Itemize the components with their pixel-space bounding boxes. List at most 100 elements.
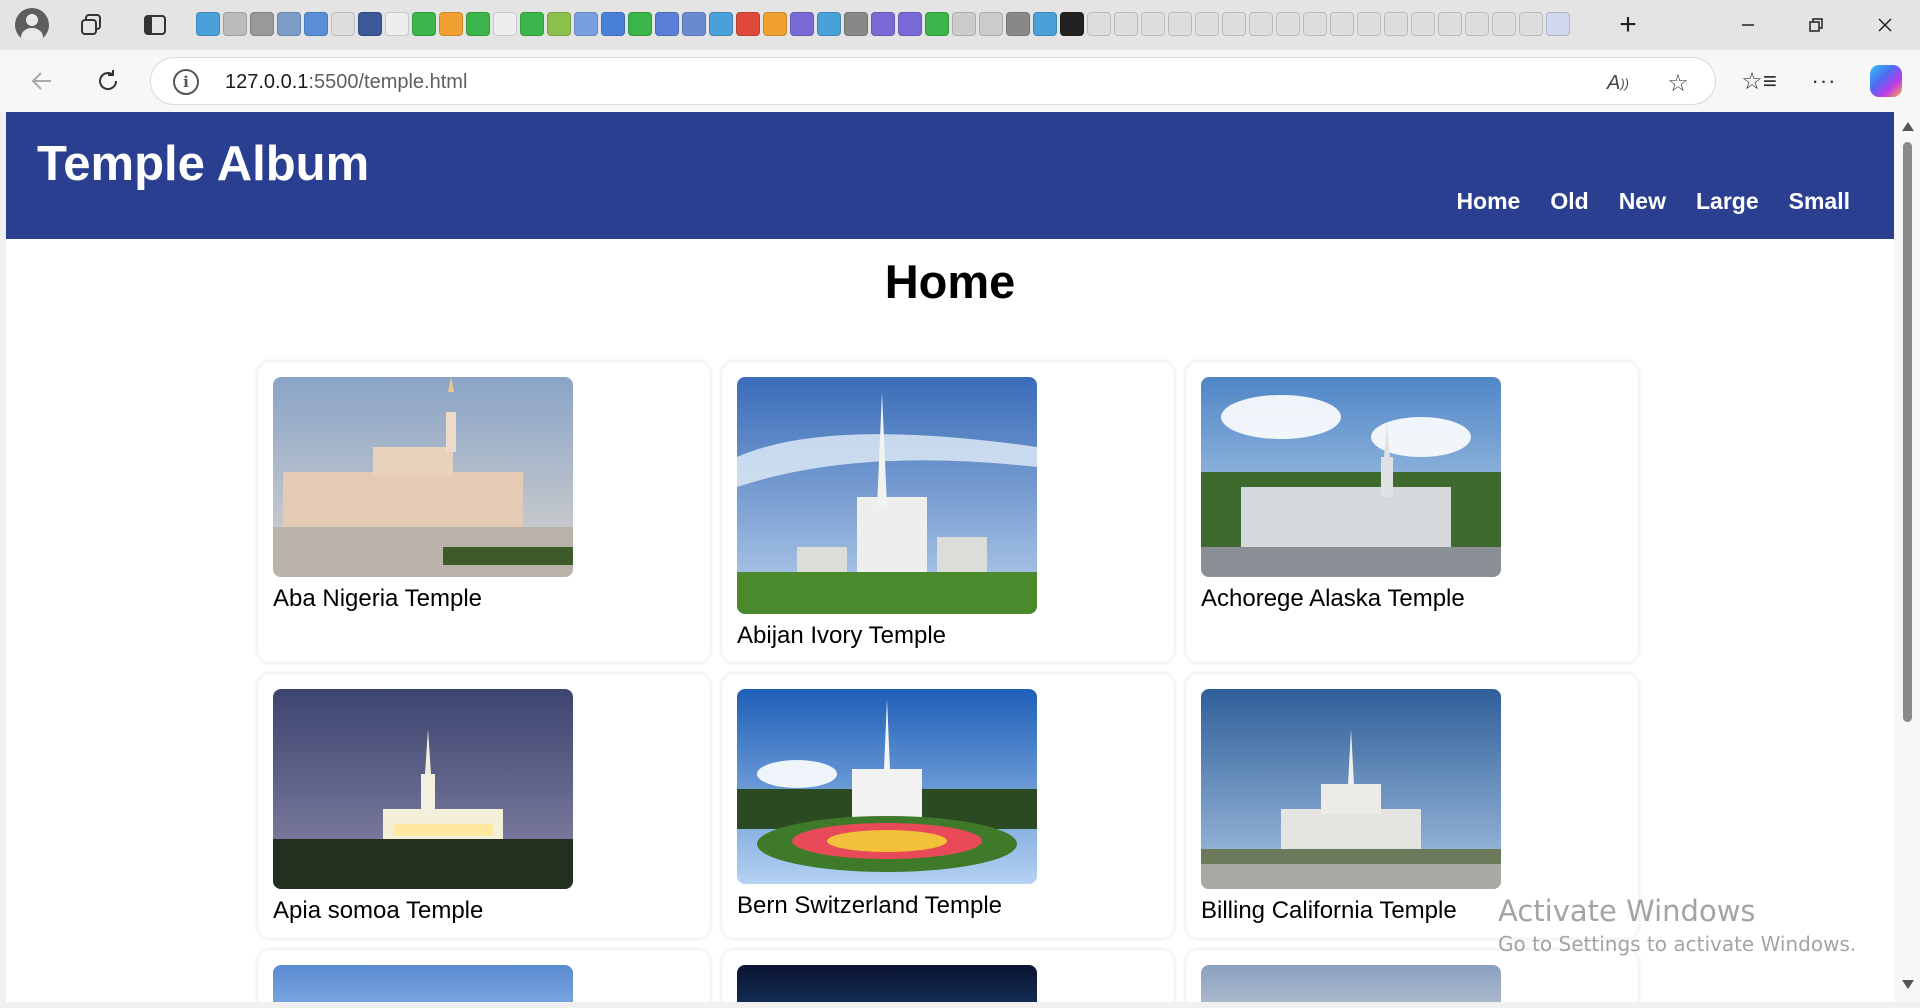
browser-tab-strip: + bbox=[0, 0, 1920, 50]
pinned-tab-icon[interactable] bbox=[547, 12, 571, 36]
pinned-tab-icon[interactable] bbox=[250, 12, 274, 36]
restore-window-icon[interactable] bbox=[1786, 0, 1846, 50]
pinned-tab-icon[interactable] bbox=[520, 12, 544, 36]
url-text[interactable]: 127.0.0.1:5500/temple.html bbox=[225, 71, 467, 94]
activate-windows-watermark: Activate Windows Go to Settings to activ… bbox=[1498, 894, 1856, 956]
temple-card: Abijan Ivory Temple bbox=[722, 362, 1174, 662]
pinned-tab-icon[interactable] bbox=[1114, 12, 1138, 36]
watermark-subtitle: Go to Settings to activate Windows. bbox=[1498, 932, 1857, 956]
pinned-tab-icon[interactable] bbox=[790, 12, 814, 36]
temple-grid: Aba Nigeria Temple Abijan Ivory Temple A… bbox=[258, 362, 1642, 1002]
pinned-tab-icon[interactable] bbox=[1249, 12, 1273, 36]
pinned-tab-icon[interactable] bbox=[1060, 12, 1084, 36]
temple-photo bbox=[1201, 689, 1501, 889]
temple-photo bbox=[273, 377, 573, 577]
pinned-tab-icon[interactable] bbox=[1492, 12, 1516, 36]
nav-link-large[interactable]: Large bbox=[1696, 188, 1759, 215]
temple-photo bbox=[273, 689, 573, 889]
site-info-icon[interactable]: i bbox=[173, 69, 199, 95]
pinned-tab-icon[interactable] bbox=[223, 12, 247, 36]
watermark-title: Activate Windows bbox=[1498, 894, 1756, 928]
pinned-tab-icon[interactable] bbox=[925, 12, 949, 36]
profile-avatar-icon[interactable] bbox=[14, 7, 50, 43]
pinned-tab-icon[interactable] bbox=[1546, 12, 1570, 36]
favorites-list-icon[interactable]: ☆≡ bbox=[1741, 63, 1777, 99]
new-tab-plus-icon[interactable]: + bbox=[1610, 7, 1646, 43]
page-viewport: Temple Album Home Old New Large Small Ho… bbox=[6, 112, 1894, 1002]
pinned-tab-icon[interactable] bbox=[493, 12, 517, 36]
pinned-tab-icon[interactable] bbox=[277, 12, 301, 36]
pinned-tab-icon[interactable] bbox=[574, 12, 598, 36]
address-bar[interactable]: i 127.0.0.1:5500/temple.html A)) ☆ bbox=[150, 57, 1716, 105]
pinned-tab-icon[interactable] bbox=[1357, 12, 1381, 36]
copilot-icon[interactable] bbox=[1868, 63, 1904, 99]
pinned-tab-icon[interactable] bbox=[709, 12, 733, 36]
temple-photo bbox=[737, 689, 1037, 884]
site-nav: Home Old New Large Small bbox=[1456, 188, 1850, 215]
minimize-icon[interactable] bbox=[1718, 0, 1778, 50]
pinned-tab-icon[interactable] bbox=[1411, 12, 1435, 36]
scrollbar-thumb[interactable] bbox=[1903, 142, 1912, 722]
pinned-tab-icon[interactable] bbox=[1465, 12, 1489, 36]
pinned-tab-icon[interactable] bbox=[1303, 12, 1327, 36]
pinned-tab-icon[interactable] bbox=[1384, 12, 1408, 36]
back-arrow-icon[interactable] bbox=[24, 63, 60, 99]
nav-link-home[interactable]: Home bbox=[1456, 188, 1520, 215]
pinned-tab-icon[interactable] bbox=[844, 12, 868, 36]
pinned-tab-icon[interactable] bbox=[439, 12, 463, 36]
temple-card bbox=[722, 950, 1174, 1002]
pinned-tab-icon[interactable] bbox=[655, 12, 679, 36]
temple-name: Achorege Alaska Temple bbox=[1201, 585, 1465, 612]
pinned-tab-icon[interactable] bbox=[1222, 12, 1246, 36]
temple-card: Aba Nigeria Temple bbox=[258, 362, 710, 662]
more-options-icon[interactable]: ··· bbox=[1806, 63, 1842, 99]
tab-actions-icon[interactable] bbox=[137, 7, 173, 43]
pinned-tab-icon[interactable] bbox=[1438, 12, 1462, 36]
page-scrollbar[interactable] bbox=[1894, 112, 1920, 1002]
read-aloud-icon[interactable]: A)) bbox=[1603, 68, 1633, 98]
pinned-tab-icon[interactable] bbox=[952, 12, 976, 36]
pinned-tab-icon[interactable] bbox=[196, 12, 220, 36]
temple-card: Achorege Alaska Temple bbox=[1186, 362, 1638, 662]
pinned-tab-icon[interactable] bbox=[466, 12, 490, 36]
page-heading: Home bbox=[884, 255, 1016, 308]
pinned-tab-icon[interactable] bbox=[736, 12, 760, 36]
pinned-tab-icon[interactable] bbox=[979, 12, 1003, 36]
temple-photo bbox=[737, 377, 1037, 614]
pinned-tab-icon[interactable] bbox=[628, 12, 652, 36]
reload-icon[interactable] bbox=[90, 63, 126, 99]
close-window-icon[interactable] bbox=[1855, 0, 1915, 50]
nav-link-new[interactable]: New bbox=[1619, 188, 1666, 215]
pinned-tab-icon[interactable] bbox=[331, 12, 355, 36]
pinned-tab-icon[interactable] bbox=[1141, 12, 1165, 36]
nav-link-old[interactable]: Old bbox=[1550, 188, 1588, 215]
address-bar-row: i 127.0.0.1:5500/temple.html A)) ☆ ☆≡ ··… bbox=[0, 50, 1920, 112]
nav-link-small[interactable]: Small bbox=[1789, 188, 1850, 215]
scroll-down-arrow-icon[interactable] bbox=[1902, 980, 1914, 989]
pinned-tab-icon[interactable] bbox=[385, 12, 409, 36]
temple-photo bbox=[1201, 965, 1501, 1002]
temple-photo bbox=[273, 965, 573, 1002]
pinned-tab-icon[interactable] bbox=[1006, 12, 1030, 36]
temple-card bbox=[258, 950, 710, 1002]
pinned-tab-icon[interactable] bbox=[412, 12, 436, 36]
pinned-tab-icon[interactable] bbox=[682, 12, 706, 36]
pinned-tab-icon[interactable] bbox=[1330, 12, 1354, 36]
pinned-tab-icon[interactable] bbox=[1033, 12, 1057, 36]
pinned-tab-icon[interactable] bbox=[1519, 12, 1543, 36]
pinned-tab-icon[interactable] bbox=[358, 12, 382, 36]
pinned-tab-icon[interactable] bbox=[898, 12, 922, 36]
site-header: Temple Album Home Old New Large Small bbox=[6, 112, 1894, 239]
pinned-tab-icon[interactable] bbox=[1195, 12, 1219, 36]
pinned-tab-icon[interactable] bbox=[1087, 12, 1111, 36]
favorite-star-icon[interactable]: ☆ bbox=[1663, 68, 1693, 98]
pinned-tab-icon[interactable] bbox=[1168, 12, 1192, 36]
pinned-tab-icon[interactable] bbox=[817, 12, 841, 36]
pinned-tab-icon[interactable] bbox=[601, 12, 625, 36]
pinned-tab-icon[interactable] bbox=[1276, 12, 1300, 36]
pinned-tab-icon[interactable] bbox=[871, 12, 895, 36]
workspaces-icon[interactable] bbox=[74, 7, 110, 43]
scroll-up-arrow-icon[interactable] bbox=[1902, 122, 1914, 131]
pinned-tab-icon[interactable] bbox=[763, 12, 787, 36]
pinned-tab-icon[interactable] bbox=[304, 12, 328, 36]
